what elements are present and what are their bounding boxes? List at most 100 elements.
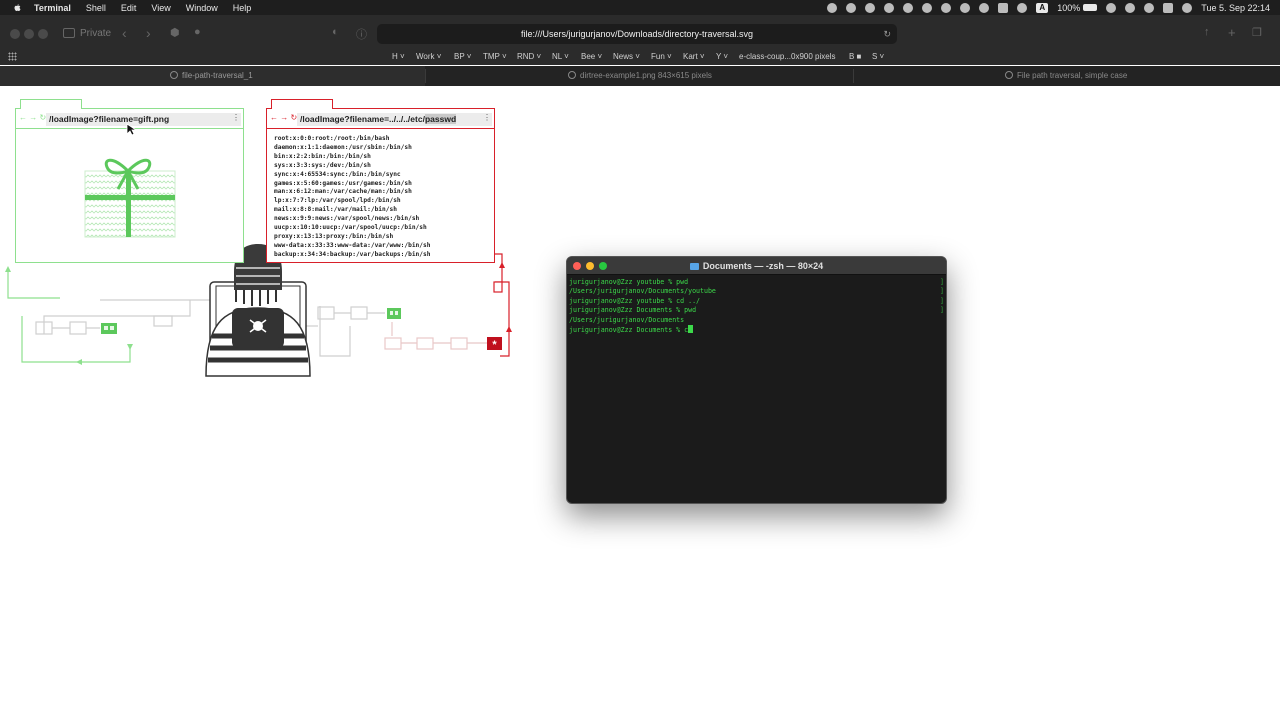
mini-divider: [267, 128, 494, 129]
tab-file-path-traversal[interactable]: file-path-traversal_1: [170, 66, 253, 86]
bluetooth-icon[interactable]: [1017, 2, 1028, 13]
tab-overview-icon[interactable]: ❐: [1252, 26, 1262, 39]
passwd-line: lp:x:7:7:lp:/var/spool/lpd:/bin/sh: [274, 197, 401, 205]
mini-nav-icons: ← → ↻: [19, 113, 47, 122]
svg-text:*: *: [492, 339, 497, 351]
sidebar-icon[interactable]: [63, 28, 75, 38]
image-file-icon: [387, 308, 401, 319]
vpn-icon[interactable]: [884, 2, 895, 13]
network-icon[interactable]: [998, 2, 1009, 13]
terminal-output[interactable]: jurigurjanov@Zzz youtube % pwd/Users/jur…: [569, 278, 716, 335]
terminal-window[interactable]: Documents — -zsh — 80×24 jurigurjanov@Zz…: [566, 256, 947, 504]
passwd-line: uucp:x:10:10:uucp:/var/spool/uucp:/bin/s…: [274, 224, 427, 232]
forward-icon[interactable]: ›: [146, 25, 151, 41]
minimize-window-button[interactable]: [24, 29, 34, 39]
passwd-line: www-data:x:33:33:www-data:/var/www:/bin/…: [274, 241, 431, 249]
bookmark-folder[interactable]: News ˅: [613, 52, 640, 61]
mic-icon[interactable]: [865, 2, 876, 13]
tab-label: dirtree-example1.png 843×615 pixels: [580, 71, 712, 80]
safe-request-window: ← → ↻ /loadImage?filename=gift.png ⋮: [15, 99, 244, 263]
siri-icon[interactable]: [1182, 2, 1193, 13]
mouse-cursor-icon: [126, 123, 138, 136]
menu-view[interactable]: View: [151, 3, 170, 13]
bookmark-folder[interactable]: Kart ˅: [683, 52, 705, 61]
app-menu-terminal[interactable]: Terminal: [34, 3, 71, 13]
new-tab-icon[interactable]: +: [1228, 25, 1236, 40]
tab-label: File path traversal, simple case: [1017, 71, 1128, 80]
menu-shell[interactable]: Shell: [86, 3, 106, 13]
attack-request-url: /loadImage?filename=../../../etc/passwd: [297, 113, 492, 126]
terminal-line: jurigurjanov@Zzz youtube % pwd: [569, 278, 689, 286]
time-machine-icon[interactable]: [1125, 2, 1136, 13]
reload-icon[interactable]: ↻: [883, 24, 891, 44]
terminal-title-bar[interactable]: Documents — -zsh — 80×24: [567, 257, 946, 275]
back-icon[interactable]: ‹: [122, 25, 127, 41]
check-icon[interactable]: [903, 2, 914, 13]
menu-help[interactable]: Help: [233, 3, 252, 13]
wifi-icon[interactable]: [1106, 2, 1117, 13]
bookmark-folder[interactable]: Y ˅: [716, 52, 728, 61]
bookmark-folder[interactable]: BP ˅: [454, 52, 471, 61]
shield-icon[interactable]: ⬢: [170, 26, 180, 39]
extension-icon[interactable]: ●: [194, 26, 201, 38]
apple-logo-icon[interactable]: [12, 3, 22, 13]
bookmark-folder[interactable]: H ˅: [392, 52, 405, 61]
bookmark-link[interactable]: B ■: [849, 52, 861, 61]
terminal-line: /Users/jurigurjanov/Documents: [569, 315, 685, 324]
passwd-line: proxy:x:13:13:proxy:/bin:/bin/sh: [274, 232, 394, 240]
close-window-button[interactable]: [10, 29, 20, 39]
tab-bar: file-path-traversal_1 dirtree-example1.p…: [0, 66, 1280, 86]
bookmarks-bar: H ˅ Work ˅ BP ˅ TMP ˅ RND ˅ NL ˅ Bee ˅ N…: [0, 48, 1280, 65]
bookmark-folder[interactable]: RND ˅: [517, 52, 541, 61]
share-icon[interactable]: ↑: [1204, 26, 1210, 38]
arrow-down-icon: [127, 344, 133, 350]
tab-simple-case[interactable]: File path traversal, simple case: [1005, 66, 1127, 86]
bookmark-folder[interactable]: Bee ˅: [581, 52, 602, 61]
arrow-up-icon: [506, 326, 512, 332]
battery-status[interactable]: 100%: [1057, 3, 1098, 13]
tab-dirtree-example[interactable]: dirtree-example1.png 843×615 pixels: [568, 66, 712, 86]
info-icon[interactable]: ⓘ: [356, 26, 367, 42]
kebab-menu-icon: ⋮: [232, 113, 240, 122]
terminal-input-line[interactable]: jurigurjanov@Zzz Documents % c: [569, 325, 716, 335]
safe-flow-diagram: [7, 270, 210, 363]
passwd-line: mail:x:8:8:mail:/var/mail:/bin/sh: [274, 206, 397, 214]
passwd-line: backup:x:34:34:backup:/var/backups:/bin/…: [274, 250, 431, 258]
terminal-prompt: jurigurjanov@Zzz Documents %: [569, 326, 685, 335]
arrow-left-icon: [76, 359, 82, 365]
passwd-line: sync:x:4:65534:sync:/bin:/bin/sync: [274, 170, 401, 178]
bookmark-folder[interactable]: NL ˅: [552, 52, 569, 61]
reader-shield-icon[interactable]: ◐: [332, 26, 339, 38]
menu-window[interactable]: Window: [186, 3, 218, 13]
search-icon[interactable]: [1144, 2, 1155, 13]
bookmark-folder[interactable]: S ˅: [872, 52, 884, 61]
page-icon: [1005, 71, 1013, 79]
moon-app-icon[interactable]: [922, 2, 933, 13]
zoom-window-button[interactable]: [38, 29, 48, 39]
arrow-up-icon: [5, 266, 11, 272]
tab-separator: [853, 69, 854, 83]
bookmark-folder[interactable]: Work ˅: [416, 52, 441, 61]
timer-icon[interactable]: [941, 2, 952, 13]
control-center-icon[interactable]: [1163, 2, 1174, 13]
creative-cloud-icon[interactable]: [846, 2, 857, 13]
bookmark-folder[interactable]: TMP ˅: [483, 52, 507, 61]
menu-clock[interactable]: Tue 5. Sep 22:14: [1201, 3, 1270, 13]
mini-tab: [271, 99, 333, 109]
url-selected-passwd: passwd: [424, 114, 457, 124]
bookmark-link[interactable]: e-class-coup...0x900 pixels: [739, 52, 836, 61]
tab-separator: [425, 69, 426, 83]
bookmark-folder[interactable]: Fun ˅: [651, 52, 672, 61]
apps-grid-icon[interactable]: [8, 52, 17, 61]
play-icon[interactable]: [960, 2, 971, 13]
dark-mode-icon[interactable]: [979, 2, 990, 13]
mini-nav-icons: ← → ↻: [270, 113, 298, 122]
gift-icon: [84, 158, 176, 238]
passwd-line: news:x:9:9:news:/var/spool/news:/bin/sh: [274, 215, 420, 223]
kebab-menu-icon: ⋮: [483, 113, 491, 122]
address-bar[interactable]: file:///Users/jurigurjanov/Downloads/dir…: [377, 24, 897, 44]
input-source-icon[interactable]: A: [1036, 2, 1049, 13]
menu-edit[interactable]: Edit: [121, 3, 137, 13]
tab-label: file-path-traversal_1: [182, 71, 253, 80]
record-icon[interactable]: [827, 2, 838, 13]
